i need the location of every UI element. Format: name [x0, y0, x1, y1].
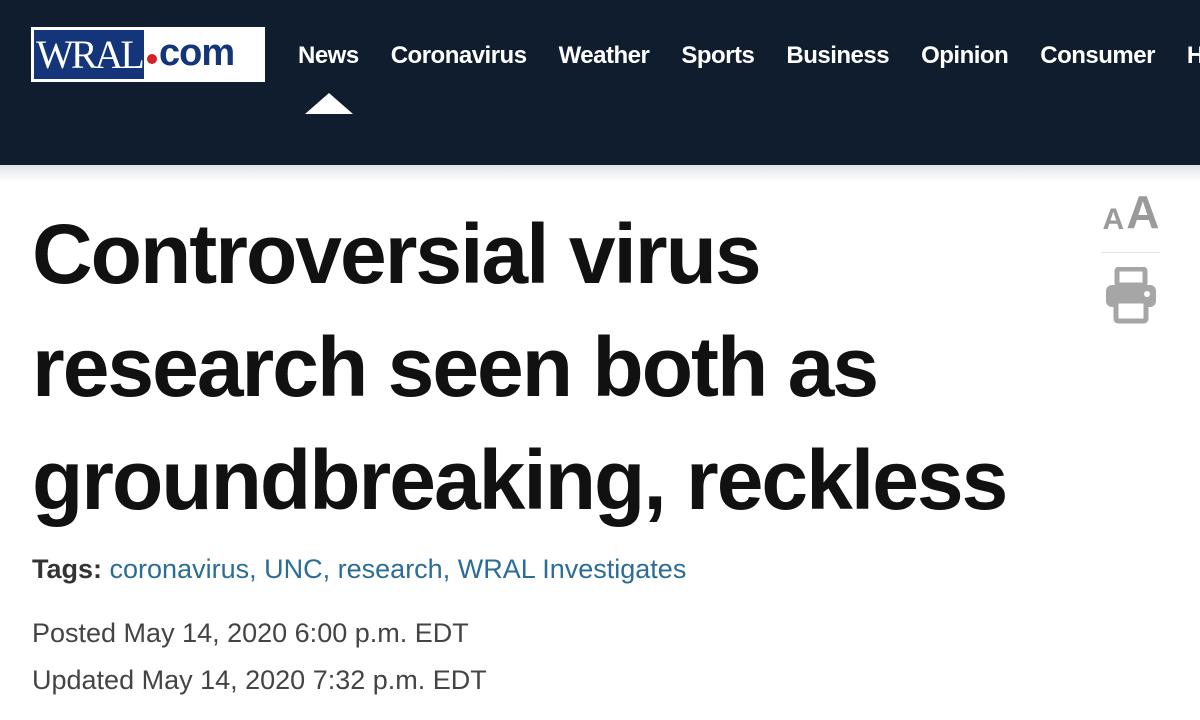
updated-date: Updated May 14, 2020 7:32 p.m. EDT [32, 665, 487, 695]
logo-com-text: com [159, 31, 235, 74]
font-small-icon: A [1102, 203, 1125, 236]
tools-divider [1102, 252, 1160, 253]
tag-separator: , [322, 554, 331, 584]
site-logo[interactable]: WRAL com [31, 27, 265, 82]
article-tools: A A [1098, 185, 1164, 325]
font-large-icon: A [1126, 186, 1160, 238]
tag-link-wral-investigates[interactable]: WRAL Investigates [458, 554, 687, 584]
nav-item-business[interactable]: Business [770, 36, 905, 76]
page: WRAL com News Coronavirus Weather Sports… [0, 0, 1200, 720]
tag-separator: , [249, 554, 257, 584]
tag-separator: , [442, 554, 451, 584]
article-tags: Tags: coronavirus, UNC, research, WRAL I… [32, 552, 686, 586]
printer-icon [1106, 267, 1156, 324]
nav-item-opinion[interactable]: Opinion [905, 36, 1024, 76]
tag-link-research[interactable]: research [338, 554, 443, 584]
logo-wral-text: WRAL [34, 30, 145, 79]
nav-item-consumer[interactable]: Consumer [1024, 36, 1171, 76]
tags-label: Tags: [32, 554, 103, 584]
tag-link-coronavirus[interactable]: coronavirus [110, 554, 250, 584]
nav-item-news[interactable]: News [282, 36, 375, 76]
active-nav-caret-icon [305, 93, 353, 114]
logo-dot [147, 53, 157, 64]
nav-item-weather[interactable]: Weather [543, 36, 666, 76]
article-headline: Controversial virus research seen both a… [32, 207, 1008, 527]
posted-date: Posted May 14, 2020 6:00 p.m. EDT [32, 618, 469, 648]
print-button[interactable] [1098, 267, 1164, 325]
nav-item-truncated[interactable]: H [1171, 36, 1200, 76]
main-nav: News Coronavirus Weather Sports Business… [282, 36, 1200, 76]
tag-link-unc[interactable]: UNC [264, 554, 323, 584]
site-header: WRAL com News Coronavirus Weather Sports… [0, 0, 1200, 165]
header-divider [0, 165, 1200, 181]
nav-item-coronavirus[interactable]: Coronavirus [375, 36, 543, 76]
font-size-button[interactable]: A A [1098, 185, 1164, 235]
nav-item-sports[interactable]: Sports [665, 36, 770, 76]
